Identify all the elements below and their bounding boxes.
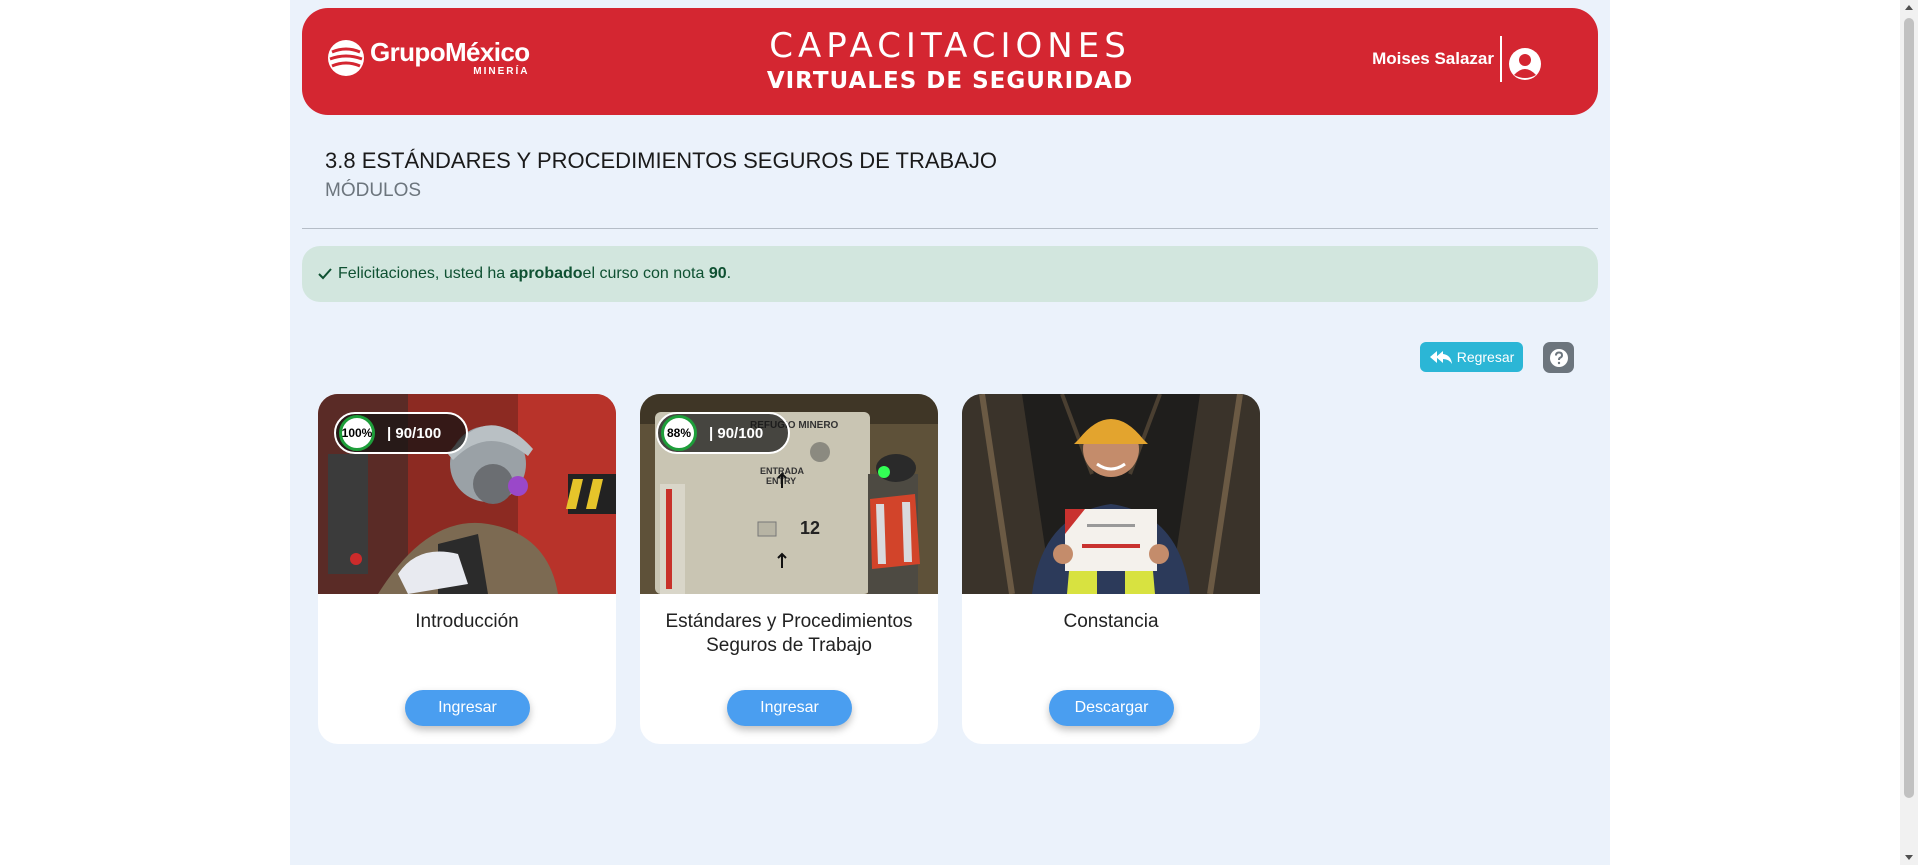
check-icon [318,268,332,280]
back-button-label: Regresar [1456,349,1515,365]
module-title: Estándares y Procedimientos Seguros de T… [665,611,913,656]
sign-number: 12 [800,518,820,538]
header-banner: GrupoMéxico MINERÍA CAPACITACIONES VIRTU… [302,8,1598,115]
alert-status: aprobado [509,265,583,282]
ingresar-button[interactable]: Ingresar [727,690,852,726]
course-title: 3.8 ESTÁNDARES Y PROCEDIMIENTOS SEGUROS … [325,148,997,173]
module-title: Introducción [415,611,519,632]
progress-percent: 88% [661,415,697,451]
module-image: REFUGIO MINERO ENTRADA ENTRY 12 88% | 90… [640,394,938,594]
alert-grade: 90 [708,265,727,282]
module-card-estandares: REFUGIO MINERO ENTRADA ENTRY 12 88% | 90… [640,394,938,744]
user-avatar-icon[interactable] [1508,47,1542,81]
divider [302,228,1598,229]
question-circle-icon [1549,348,1568,367]
progress-percent: 100% [339,415,375,451]
scrollbar-thumb[interactable] [1904,18,1914,798]
module-card-constancia: Constancia Descargar [962,394,1260,744]
module-score: | 90/100 [387,424,442,442]
module-image [962,394,1260,594]
worker-certificate-image [962,394,1260,594]
descargar-button[interactable]: Descargar [1049,690,1174,726]
alert-suffix: . [726,265,732,282]
course-subtitle: MÓDULOS [325,180,422,201]
module-card-introduccion: 100% | 90/100 Introducción Ingresar [318,394,616,744]
scroll-up-arrow-icon[interactable] [1904,2,1914,14]
alert-prefix: Felicitaciones, usted ha [338,265,506,282]
module-score: | 90/100 [709,424,764,442]
success-alert: Felicitaciones, usted ha aprobado el cur… [302,246,1598,302]
module-title: Constancia [1063,611,1159,632]
ingresar-button[interactable]: Ingresar [405,690,530,726]
module-image: 100% | 90/100 [318,394,616,594]
help-button[interactable] [1543,342,1574,373]
alert-middle: el curso con nota [582,265,705,282]
progress-badge: 100% | 90/100 [334,412,468,454]
user-name[interactable]: Moises Salazar [1372,36,1502,82]
back-button[interactable]: Regresar [1420,342,1523,372]
reply-all-icon [1429,351,1452,364]
page-container: GrupoMéxico MINERÍA CAPACITACIONES VIRTU… [290,0,1610,865]
vertical-scrollbar[interactable] [1900,0,1918,865]
user-menu[interactable]: Moises Salazar [1372,36,1542,82]
scroll-down-arrow-icon[interactable] [1904,851,1914,863]
progress-badge: 88% | 90/100 [656,412,790,454]
